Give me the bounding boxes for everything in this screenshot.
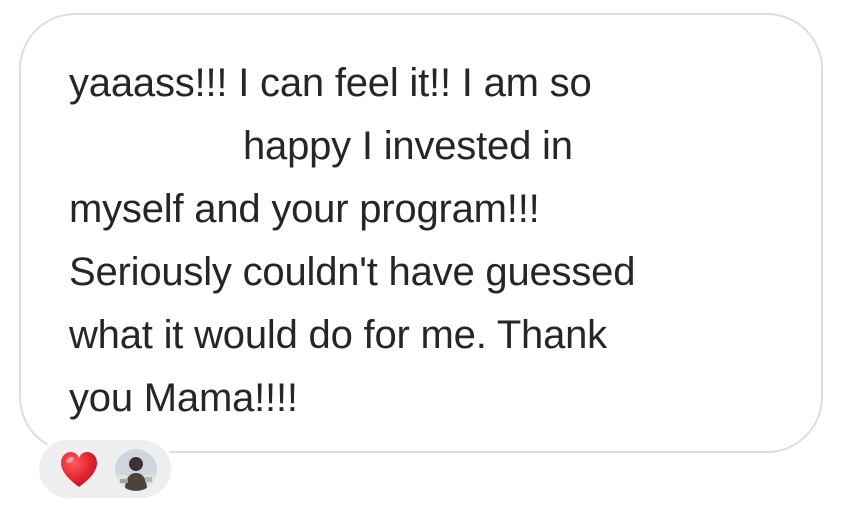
avatar-photo-icon bbox=[115, 449, 157, 491]
message-text: yaaass!!! I can feel it!! I am so happy … bbox=[69, 52, 789, 430]
message-line: what it would do for me. Thank bbox=[69, 313, 607, 357]
message-line: happy I invested in bbox=[243, 124, 573, 168]
message-line: myself and your program!!! bbox=[69, 187, 540, 231]
red-heart-icon bbox=[61, 452, 97, 487]
message-line: yaaass!!! I can feel it!! I am so bbox=[69, 61, 592, 105]
message-line: you Mama!!!! bbox=[69, 376, 298, 420]
conversation-view: yaaass!!! I can feel it!! I am so happy … bbox=[0, 0, 851, 514]
reaction-pill[interactable] bbox=[36, 437, 174, 501]
message-line: Seriously couldn't have guessed bbox=[69, 250, 636, 294]
user-avatar[interactable] bbox=[115, 449, 157, 491]
